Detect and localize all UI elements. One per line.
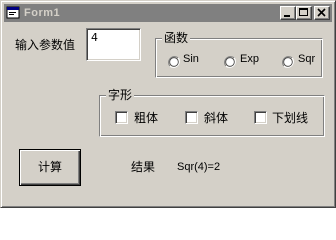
maximize-button[interactable] [296,6,312,20]
form-window: Form1 输入参数值 4 函数 Sin Exp Sqr 字形 粗体 斜体 下划… [0,0,336,208]
checkbox-bold[interactable] [115,111,128,124]
radio-sqr[interactable] [282,53,294,68]
maximize-icon [299,8,308,16]
radio-circle-icon [224,56,236,68]
radio-sin[interactable] [168,53,180,68]
input-label: 输入参数值 [15,38,76,52]
title-bar[interactable]: Form1 [4,4,332,22]
function-group-caption: 函数 [162,31,191,45]
result-value: Sqr(4)=2 [177,161,221,173]
font-style-group-caption: 字形 [106,88,135,102]
option-sqr-label: Sqr [298,53,316,65]
checkbox-italic-label: 斜体 [204,111,229,125]
checkbox-underline-label: 下划线 [272,111,309,125]
checkbox-underline[interactable] [254,111,267,124]
option-exp-label: Exp [240,53,259,65]
option-sin-label: Sin [183,53,199,65]
form-app-icon [6,5,22,21]
result-label: 结果 [131,160,156,174]
parameter-input[interactable]: 4 [86,28,141,61]
font-style-group: 字形 粗体 斜体 下划线 [99,88,325,137]
minimize-icon [284,15,290,17]
radio-circle-icon [168,56,180,68]
radio-exp[interactable] [224,53,236,68]
compute-button[interactable]: 计算 [19,149,81,186]
close-button[interactable] [314,6,330,20]
radio-circle-icon [282,56,294,68]
checkbox-italic[interactable] [185,111,198,124]
close-icon [317,8,326,17]
minimize-button[interactable] [280,6,296,20]
function-group: 函数 Sin Exp Sqr [155,31,323,78]
checkbox-bold-label: 粗体 [134,111,159,125]
window-title: Form1 [24,7,61,19]
